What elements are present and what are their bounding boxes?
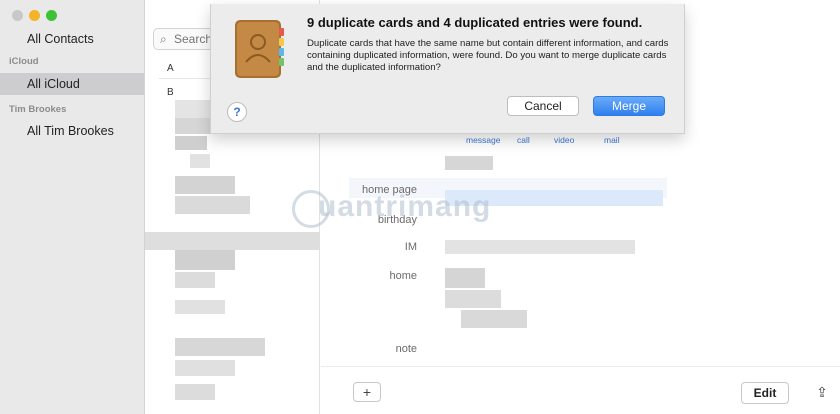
section-letter: B bbox=[167, 87, 174, 98]
sidebar: All Contacts iCloud All iCloud Tim Brook… bbox=[0, 0, 145, 414]
sidebar-item-all-tim-brookes[interactable]: All Tim Brookes bbox=[0, 120, 144, 142]
mail-action[interactable]: mail bbox=[604, 135, 620, 145]
field-value-im bbox=[445, 240, 635, 254]
window-controls bbox=[12, 10, 57, 21]
merge-button[interactable]: Merge bbox=[593, 96, 665, 116]
video-action[interactable]: video bbox=[554, 135, 574, 145]
field-value-home bbox=[445, 268, 485, 288]
call-action[interactable]: call bbox=[517, 135, 530, 145]
list-item[interactable] bbox=[145, 232, 320, 250]
watermark: uantrimang bbox=[318, 190, 492, 223]
list-item[interactable] bbox=[175, 176, 235, 194]
list-item[interactable] bbox=[175, 300, 225, 314]
field-value-home bbox=[445, 290, 501, 308]
field-label-im: IM bbox=[404, 241, 417, 253]
sidebar-group-header: Tim Brookes bbox=[9, 104, 67, 115]
dialog-message: Duplicate cards that have the same name … bbox=[307, 38, 669, 73]
contact-name bbox=[445, 156, 493, 170]
share-button[interactable]: ⇪ bbox=[808, 380, 836, 404]
list-item[interactable] bbox=[175, 272, 215, 288]
minimize-button[interactable] bbox=[29, 10, 40, 21]
field-label-note: note bbox=[395, 343, 417, 355]
merge-duplicates-dialog: 9 duplicate cards and 4 duplicated entri… bbox=[210, 4, 685, 134]
list-item[interactable] bbox=[175, 196, 250, 214]
sidebar-group-header: iCloud bbox=[9, 56, 39, 67]
address-book-icon bbox=[235, 20, 284, 78]
cancel-button[interactable]: Cancel bbox=[507, 96, 579, 116]
list-item[interactable] bbox=[175, 250, 235, 270]
add-field-button[interactable]: + bbox=[353, 382, 381, 402]
edit-button[interactable]: Edit bbox=[741, 382, 789, 404]
help-icon: ? bbox=[233, 105, 241, 119]
field-label-home: home bbox=[389, 270, 417, 282]
list-item[interactable] bbox=[190, 154, 210, 168]
divider bbox=[321, 366, 840, 367]
list-item[interactable] bbox=[175, 360, 235, 376]
message-action[interactable]: message bbox=[466, 135, 501, 145]
share-icon: ⇪ bbox=[816, 384, 828, 400]
help-button[interactable]: ? bbox=[227, 102, 247, 122]
close-button[interactable] bbox=[12, 10, 23, 21]
section-letter: A bbox=[167, 63, 174, 74]
sidebar-item-all-contacts[interactable]: All Contacts bbox=[0, 28, 144, 50]
dialog-title: 9 duplicate cards and 4 duplicated entri… bbox=[307, 15, 643, 30]
list-item[interactable] bbox=[175, 384, 215, 400]
sidebar-item-all-icloud[interactable]: All iCloud bbox=[0, 73, 144, 95]
list-item[interactable] bbox=[175, 136, 207, 150]
list-item[interactable] bbox=[175, 338, 265, 356]
search-icon: ⌕ bbox=[160, 32, 167, 46]
zoom-button[interactable] bbox=[46, 10, 57, 21]
field-value-home bbox=[461, 310, 527, 328]
